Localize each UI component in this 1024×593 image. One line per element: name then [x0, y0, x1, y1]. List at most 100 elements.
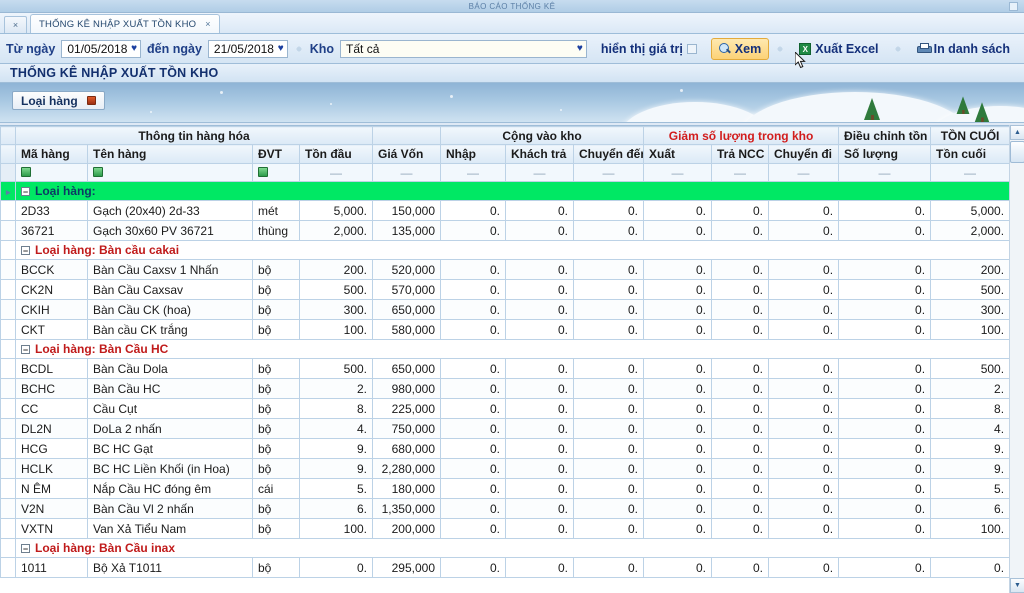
cell--vt: bộ: [252, 259, 300, 280]
cell-chuy-n-i: 0.: [768, 299, 840, 320]
filter-cell-12[interactable]: —: [838, 163, 932, 182]
filter-icon[interactable]: [93, 166, 103, 177]
table-row[interactable]: CC Cầu Cụt bộ 8. 225,000 0. 0. 0. 0. 0. 0. 0. 8.: [0, 398, 1011, 419]
row-indicator-cell: [0, 398, 16, 419]
table-row[interactable]: BCDL Bàn Cầu Dola bộ 500. 650,000 0. 0. 0. 0. 0. 0…: [0, 358, 1011, 379]
checkbox-icon[interactable]: [686, 43, 697, 54]
table-row[interactable]: HCLK BC HC Liền Khối (in Hoa) bộ 9. 2,280,00…: [0, 458, 1011, 479]
cell-tr-ncc: 0.: [711, 398, 770, 419]
show-value-checkbox[interactable]: hiển thị giá trị: [593, 38, 705, 60]
column-header-ma-hang[interactable]: Mã hàng: [15, 144, 88, 164]
cell-t-n-cu-i: 4.: [930, 418, 1011, 439]
table-row[interactable]: DL2N DoLa 2 nhấn bộ 4. 750,000 0. 0. 0. 0. 0. 0. 0.…: [0, 418, 1011, 439]
scrollbar-thumb[interactable]: [1010, 141, 1024, 163]
view-button[interactable]: Xem: [710, 37, 770, 60]
filter-cell-4[interactable]: —: [299, 163, 373, 182]
filter-cell-3[interactable]: [252, 163, 300, 182]
cell-tr-ncc: 0.: [711, 418, 770, 439]
table-row[interactable]: HCG BC HC Gạt bộ 9. 680,000 0. 0. 0. 0. 0. 0. 0. 9.: [0, 438, 1011, 459]
chevron-down-icon[interactable]: ♥: [131, 43, 137, 54]
group-row[interactable]: ▸ − Loại hàng:: [0, 181, 1011, 201]
column-header-tra-ncc[interactable]: Trả NCC: [711, 144, 770, 164]
table-row[interactable]: CK2N Bàn Cầu Caxsav bộ 500. 570,000 0. 0. 0. 0. 0…: [0, 279, 1011, 300]
close-icon[interactable]: ×: [205, 19, 210, 29]
cell-xu-t: 0.: [643, 358, 713, 379]
close-all-tabs-button[interactable]: ×: [4, 16, 27, 33]
column-header-xuat[interactable]: Xuất: [643, 144, 713, 164]
column-header-khach-tra[interactable]: Khách trả: [505, 144, 574, 164]
column-header-ton-cuoi[interactable]: Tồn cuối: [930, 144, 1011, 164]
filter-cell-7[interactable]: —: [505, 163, 574, 182]
table-row[interactable]: N ÊM Nắp Cầu HC đóng êm cái 5. 180,000 0. 0. 0.…: [0, 478, 1011, 499]
filter-cell-11[interactable]: —: [768, 163, 840, 182]
column-header-ton-dau[interactable]: Tồn đầu: [299, 144, 373, 164]
to-date-input[interactable]: 21/05/2018 ♥: [207, 39, 288, 58]
column-header-so-luong[interactable]: Số lượng: [838, 144, 932, 164]
table-row[interactable]: VXTN Van Xả Tiểu Nam bộ 100. 200,000 0. 0. 0. 0.…: [0, 518, 1011, 539]
filter-icon[interactable]: [258, 166, 268, 177]
table-row[interactable]: BCHC Bàn Cầu HC bộ 2. 980,000 0. 0. 0. 0. 0. 0. 0. 2…: [0, 378, 1011, 399]
table-row[interactable]: BCCK Bàn Cầu Caxsv 1 Nhấn bộ 200. 520,000 0. 0…: [0, 259, 1011, 280]
cell-tr-ncc: 0.: [711, 200, 770, 221]
chevron-down-icon[interactable]: ♥: [577, 43, 583, 54]
cell-chuy-n-i: 0.: [768, 418, 840, 439]
cell-t-n-u: 100.: [299, 518, 373, 539]
collapse-icon[interactable]: −: [21, 544, 30, 554]
cell-t-n-cu-i: 2.: [930, 378, 1011, 399]
cell-xu-t: 0.: [643, 418, 713, 439]
row-indicator-cell: [0, 259, 16, 280]
column-header-dvt[interactable]: ĐVT: [252, 144, 300, 164]
scroll-up-button[interactable]: ▲: [1010, 125, 1024, 140]
group-row[interactable]: − Loại hàng: Bàn Cầu HC: [0, 339, 1011, 359]
filter-cell-2[interactable]: [87, 163, 253, 182]
filter-cell-13[interactable]: —: [930, 163, 1011, 182]
warehouse-select[interactable]: Tất cả ♥: [340, 39, 587, 58]
cell-m-h-ng: CK2N: [15, 279, 88, 300]
table-row[interactable]: V2N Bàn Cầu Vl 2 nhấn bộ 6. 1,350,000 0. 0. 0. 0…: [0, 498, 1011, 519]
table-row[interactable]: CKT Bàn cầu CK trắng bộ 100. 580,000 0. 0. 0. 0.…: [0, 319, 1011, 340]
filter-cell-10[interactable]: —: [711, 163, 770, 182]
table-row[interactable]: 36721 Gạch 30x60 PV 36721 thùng 2,000. 135,0…: [0, 220, 1011, 241]
column-header-gia-von[interactable]: Giá Vốn: [372, 144, 441, 164]
column-header-nhap[interactable]: Nhập: [440, 144, 506, 164]
cell-nh-p: 0.: [440, 378, 506, 399]
column-header-chuyen-den[interactable]: Chuyển đến: [572, 144, 645, 164]
from-date-input[interactable]: 01/05/2018 ♥: [61, 39, 142, 58]
window-restore-button[interactable]: [1009, 2, 1018, 11]
column-header-chuyen-di[interactable]: Chuyển đi: [768, 144, 840, 164]
cell-t-n-h-ng: Gạch (20x40) 2d-33: [87, 200, 253, 221]
cell-xu-t: 0.: [643, 319, 713, 340]
collapse-icon[interactable]: −: [21, 246, 30, 256]
filter-icon[interactable]: [21, 166, 31, 177]
filter-empty: —: [400, 165, 413, 180]
cell-t-n-h-ng: Bàn Cầu Caxsav: [87, 279, 253, 300]
tab-thong-ke-nhap-xuat-ton-kho[interactable]: THỐNG KÊ NHẬP XUẤT TỒN KHO ×: [30, 14, 220, 33]
table-row[interactable]: CKIH Bàn Cầu CK (hoa) bộ 300. 650,000 0. 0. 0. 0…: [0, 299, 1011, 320]
print-list-label: In danh sách: [933, 41, 1010, 56]
vertical-scrollbar[interactable]: ▲ ▼: [1009, 125, 1024, 593]
filter-cell-6[interactable]: —: [440, 163, 506, 182]
cell-chuy-n-n: 0.: [572, 378, 645, 399]
print-list-button[interactable]: In danh sách: [909, 38, 1018, 60]
collapse-icon[interactable]: −: [21, 345, 30, 355]
scroll-down-button[interactable]: ▼: [1010, 578, 1024, 593]
group-row[interactable]: − Loại hàng: Bàn cầu cakai: [0, 240, 1011, 260]
sort-indicator-icon[interactable]: [86, 96, 96, 105]
table-row[interactable]: 2D33 Gạch (20x40) 2d-33 mét 5,000. 150,000 0.…: [0, 200, 1011, 221]
cell-kh-ch-tr-: 0.: [505, 378, 574, 399]
collapse-icon[interactable]: −: [21, 187, 30, 197]
column-header-ten-hang[interactable]: Tên hàng: [87, 144, 253, 164]
filter-cell-5[interactable]: —: [372, 163, 441, 182]
cell-kh-ch-tr-: 0.: [505, 279, 574, 300]
cell-chuy-n-n: 0.: [572, 557, 645, 578]
chevron-down-icon[interactable]: ♥: [278, 43, 284, 54]
cell-tr-ncc: 0.: [711, 378, 770, 399]
filter-cell-1[interactable]: [15, 163, 88, 182]
table-row[interactable]: 1011 Bộ Xả T1011 bộ 0. 295,000 0. 0. 0. 0. 0. 0. 0.…: [0, 557, 1011, 578]
group-by-field-loai-hang[interactable]: Loại hàng: [12, 91, 105, 110]
filter-cell-8[interactable]: —: [572, 163, 645, 182]
cell-kh-ch-tr-: 0.: [505, 458, 574, 479]
cell-nh-p: 0.: [440, 200, 506, 221]
group-row[interactable]: − Loại hàng: Bàn Cầu inax: [0, 538, 1011, 558]
filter-cell-9[interactable]: —: [643, 163, 713, 182]
